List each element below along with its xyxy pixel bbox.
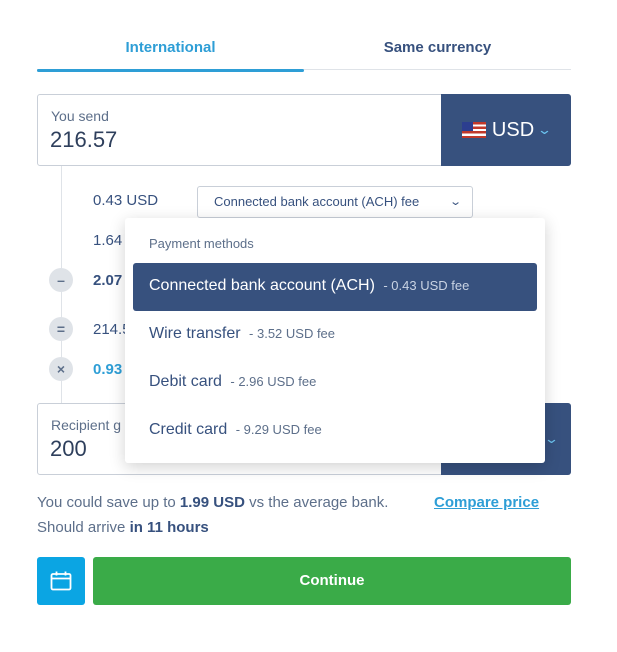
payment-option-label: Debit card: [149, 373, 222, 390]
recipient-amount-label: Recipient g: [51, 417, 122, 433]
payment-option-label: Credit card: [149, 421, 228, 438]
breakdown-row-3: 2.07: [93, 272, 123, 289]
compare-price-link[interactable]: Compare price: [434, 494, 539, 511]
schedule-button[interactable]: [37, 557, 85, 605]
savings-amount: 1.99 USD: [179, 494, 245, 511]
send-amount-input[interactable]: 216.57: [50, 127, 117, 153]
continue-button[interactable]: Continue: [93, 557, 571, 605]
send-amount-label: You send: [51, 108, 109, 124]
calendar-icon: [50, 571, 72, 591]
arrival-prefix: Should arrive: [37, 519, 130, 536]
payment-option-fee: - 3.52 USD fee: [249, 326, 336, 341]
chevron-down-icon: ⌄: [543, 431, 559, 446]
send-currency-code: USD: [491, 118, 535, 141]
fee-method-label: Connected bank account (ACH) fee: [214, 194, 420, 209]
payment-option-fee: - 0.43 USD fee: [383, 278, 470, 293]
minus-icon: –: [49, 268, 73, 292]
payment-option-debit[interactable]: Debit card - 2.96 USD fee: [133, 359, 537, 407]
send-currency-selector[interactable]: USD ⌄: [441, 94, 571, 166]
dropdown-header: Payment methods: [149, 236, 254, 251]
breakdown-row-2: 1.64: [93, 232, 123, 249]
payment-option-fee: - 9.29 USD fee: [235, 422, 322, 437]
chevron-down-icon: ⌄: [448, 196, 462, 208]
times-icon: ×: [49, 357, 73, 381]
arrival-message: Should arrive in 11 hours: [37, 519, 209, 536]
tab-international[interactable]: International: [37, 28, 304, 72]
equals-icon: =: [49, 317, 73, 341]
chevron-down-icon: ⌄: [536, 122, 553, 137]
payment-option-label: Wire transfer: [149, 325, 241, 342]
fee-amount: 0.43 USD: [93, 192, 159, 209]
tab-same-currency[interactable]: Same currency: [304, 28, 571, 70]
payment-option-wire[interactable]: Wire transfer - 3.52 USD fee: [133, 311, 537, 359]
send-amount-box: You send 216.57 USD ⌄: [37, 94, 571, 166]
payment-option-label: Connected bank account (ACH): [149, 277, 375, 294]
recipient-amount-input[interactable]: 200: [50, 436, 87, 462]
exchange-rate[interactable]: 0.93: [93, 361, 122, 378]
savings-suffix: vs the average bank.: [244, 494, 389, 511]
savings-message: You could save up to 1.99 USD vs the ave…: [37, 494, 388, 511]
payment-option-credit[interactable]: Credit card - 9.29 USD fee: [133, 407, 537, 455]
us-flag-icon: [461, 122, 486, 138]
payment-methods-dropdown: Payment methods Connected bank account (…: [125, 218, 545, 463]
payment-option-ach[interactable]: Connected bank account (ACH) - 0.43 USD …: [133, 263, 537, 311]
arrival-time: in 11 hours: [129, 519, 209, 536]
savings-prefix: You could save up to: [37, 494, 180, 511]
fee-method-selector[interactable]: Connected bank account (ACH) fee ⌄: [197, 186, 473, 218]
payment-option-fee: - 2.96 USD fee: [230, 374, 317, 389]
transfer-type-tabs: International Same currency: [37, 28, 571, 72]
